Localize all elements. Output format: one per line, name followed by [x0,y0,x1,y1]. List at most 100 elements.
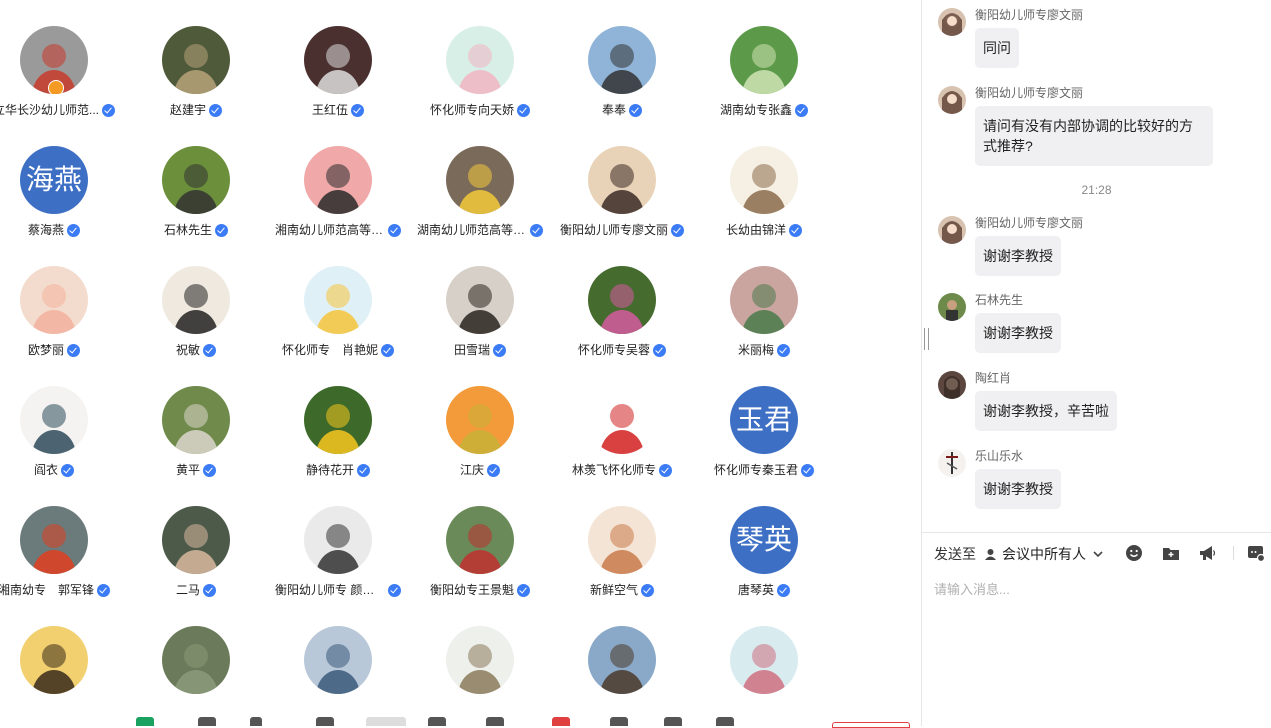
participant-avatar [162,146,230,214]
participant-tile[interactable]: 立华长沙幼儿师范... [0,26,125,118]
participant-name: 二马 [175,583,200,597]
participant-name: 唐琴英 [737,583,774,597]
participant-tile[interactable]: 欧梦丽 [0,266,125,358]
participant-tile[interactable]: 祝敏 [125,266,267,358]
verified-badge-icon [777,583,790,597]
participant-tile[interactable]: 江庆 [409,386,551,478]
toolbar-button[interactable] [428,717,446,726]
toolbar-button[interactable] [664,717,682,726]
participant-tile[interactable]: 米丽梅 [693,266,835,358]
participant-tile[interactable]: 海燕 蔡海燕 [0,146,125,238]
sender-avatar [938,371,966,399]
participant-tile[interactable]: 王红伍 [267,26,409,118]
verified-badge-icon [493,343,506,357]
participant-tile[interactable]: 湘南幼专 郭军锋 [0,506,125,598]
participant-name-row: 怀化师专向天娇 [409,102,551,118]
participant-name-row: 长幼由锦洋 [693,222,835,238]
verified-badge-icon [801,463,814,477]
toolbar-button[interactable] [610,717,628,726]
participant-avatar [162,626,230,694]
toolbar-divider [1233,546,1234,560]
participant-tile[interactable]: 衡阳幼儿师专 颜文剑 [267,506,409,598]
participant-tile[interactable]: 湖南幼儿师范高等专... [409,146,551,238]
participant-avatar [446,506,514,574]
participant-tile[interactable] [0,626,125,694]
participant-tile[interactable]: 静待花开 [267,386,409,478]
message-bubble: 谢谢李教授 [975,236,1061,276]
participant-tile[interactable] [693,626,835,694]
participant-tile[interactable]: 怀化师专吴蓉 [551,266,693,358]
participant-tile[interactable]: 二马 [125,506,267,598]
participant-avatar [304,386,372,454]
participant-tile[interactable] [551,626,693,694]
folder-icon[interactable] [1162,544,1180,562]
participant-name: 怀化师专向天娇 [429,103,514,117]
participant-tile[interactable] [267,626,409,694]
participant-tile[interactable]: 林羡飞怀化师专 [551,386,693,478]
message-bubble: 请问有没有内部协调的比较好的方式推荐? [975,106,1213,166]
leave-meeting-button[interactable] [832,722,910,728]
participant-tile[interactable]: 阎衣 [0,386,125,478]
sender-avatar [938,8,966,36]
participant-name: 怀化师专秦玉君 [713,463,798,477]
participant-tile[interactable] [409,626,551,694]
toolbar-button[interactable] [486,717,504,726]
participant-tile[interactable]: 石林先生 [125,146,267,238]
participant-avatar [730,26,798,94]
participant-name: 湖南幼专张鑫 [719,103,792,117]
participant-tile[interactable]: 新鲜空气 [551,506,693,598]
sender-name: 衡阳幼儿师专廖文丽 [975,86,1084,100]
verified-badge-icon [203,583,216,597]
recipient-label: 会议中所有人 [1002,546,1086,562]
toolbar-button[interactable] [716,717,734,726]
sender-name: 陶红肖 [975,371,1012,385]
chevron-down-icon [1093,551,1103,558]
participant-tile[interactable]: 琴英 唐琴英 [693,506,835,598]
verified-badge-icon [789,223,802,237]
verified-badge-icon [659,463,672,477]
verified-badge-icon [795,103,808,117]
verified-badge-icon [203,343,216,357]
participant-name-row: 石林先生 [125,222,267,238]
verified-badge-icon [517,583,530,597]
participant-name-row: 新鲜空气 [551,582,693,598]
toolbar-button-active[interactable] [366,717,406,726]
verified-badge-icon [215,223,228,237]
participant-name: 长幼由锦洋 [725,223,786,237]
participant-avatar: 海燕 [20,146,88,214]
recipient-select[interactable]: 会议中所有人 [984,544,1104,564]
megaphone-icon[interactable] [1198,544,1216,562]
emoji-icon[interactable] [1125,544,1143,562]
participant-tile[interactable]: 怀化师专 肖艳妮 [267,266,409,358]
sender-name: 乐山乐水 [975,449,1024,463]
participant-avatar [304,266,372,334]
participant-name: 林羡飞怀化师专 [571,463,656,477]
participant-avatar [162,506,230,574]
participant-tile[interactable]: 衡阳幼儿师专廖文丽 [551,146,693,238]
participant-name: 奉奉 [601,103,626,117]
message-input[interactable] [934,577,1259,601]
participant-gallery: 立华长沙幼儿师范... 赵建宇 王红伍怀化师专向天娇 奉奉 湖南幼专张鑫海燕 蔡海燕 石林先… [0,0,920,710]
participant-tile[interactable]: 奉奉 [551,26,693,118]
verified-badge-icon [357,463,370,477]
participant-avatar [304,506,372,574]
participant-tile[interactable]: 田雪瑞 [409,266,551,358]
toolbar-button[interactable] [136,717,154,726]
toolbar-button[interactable] [552,717,570,726]
verified-badge-icon [381,343,394,357]
participant-tile[interactable]: 湖南幼专张鑫 [693,26,835,118]
toolbar-button[interactable] [198,717,216,726]
participant-name-row: 怀化师专 肖艳妮 [267,342,409,358]
participant-tile[interactable] [125,626,267,694]
participant-tile[interactable]: 怀化师专向天娇 [409,26,551,118]
participant-avatar [446,26,514,94]
participant-tile[interactable]: 黄平 [125,386,267,478]
participant-tile[interactable]: 长幼由锦洋 [693,146,835,238]
participant-tile[interactable]: 湘南幼儿师范高等专... [267,146,409,238]
chat-settings-icon[interactable] [1247,544,1265,562]
toolbar-button[interactable] [316,717,334,726]
participant-tile[interactable]: 玉君 怀化师专秦玉君 [693,386,835,478]
participant-tile[interactable]: 赵建宇 [125,26,267,118]
toolbar-button[interactable] [250,717,262,726]
participant-tile[interactable]: 衡阳幼专王景魁 [409,506,551,598]
